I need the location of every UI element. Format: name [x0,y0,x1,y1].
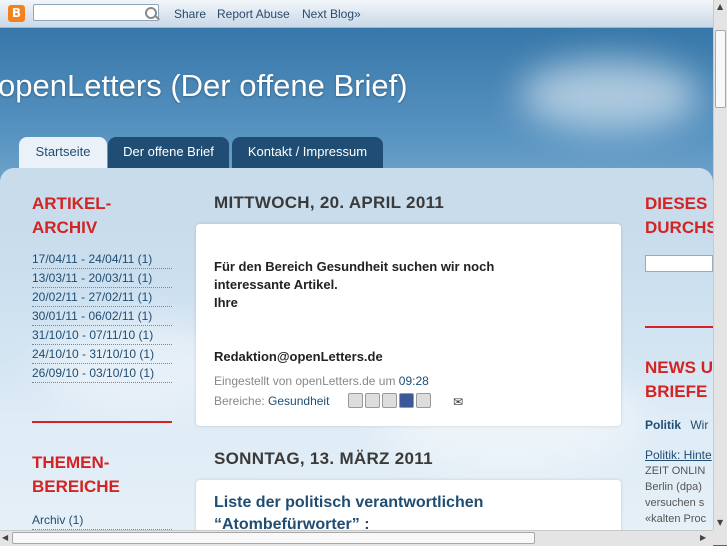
post-time-link[interactable]: 09:28 [399,374,429,388]
twitter-share-icon[interactable] [382,393,397,408]
background-cloud [520,60,700,130]
vertical-scrollbar[interactable]: ▲ ▼ [713,0,727,530]
news-text-line: «kalten Proc [645,513,707,525]
blogger-navbar: B Share Report Abuse Next Blog» [0,0,713,28]
tab-der-offene-brief[interactable]: Der offene Brief [108,137,229,168]
post-body: Für den Bereich Gesundheit suchen wir no… [214,258,494,312]
post-body-line: Ihre [214,295,238,310]
post-body-line: Für den Bereich Gesundheit suchen wir no… [214,259,495,274]
email-post-icon[interactable]: ✉ [453,395,463,409]
scroll-down-icon[interactable]: ▼ [717,518,723,527]
themes-title-line: BEREICHE [32,477,120,496]
post-title-line: Liste der politisch verantwortlichen [214,494,484,511]
news-widget-title: NEWS U BRIEFE [645,356,713,404]
post-body-line: interessante Artikel. [214,277,338,292]
themes-title: THEMEN- BEREICHE [32,451,120,499]
news-text-line: Berlin (dpa) [645,481,702,493]
news-widget: NEWS U BRIEFE [645,356,713,404]
horizontal-scrollbar[interactable]: ◀ ▶ [0,530,713,546]
news-widget-title-line: NEWS U [645,358,713,377]
post-labels: Bereiche: Gesundheit [214,394,329,408]
archive-item[interactable]: 31/10/10 - 07/11/10 (1) [32,327,172,345]
themes-item[interactable]: Archiv (1) [32,512,172,530]
blog-this-icon[interactable] [365,393,380,408]
blog-search-input[interactable] [645,255,713,272]
search-icon[interactable] [145,7,157,19]
archive-item[interactable]: 24/10/10 - 31/10/10 (1) [32,346,172,364]
news-source: ZEIT ONLIN [645,465,706,477]
vertical-scroll-thumb[interactable] [715,30,726,108]
search-widget-title-line: DIESES [645,194,708,213]
label-link[interactable]: Gesundheit [268,394,329,408]
tab-kontakt-impressum[interactable]: Kontakt / Impressum [232,137,383,168]
posted-by-text: Eingestellt von openLetters.de um [214,374,396,388]
post-signature: Redaktion@openLetters.de [214,349,383,364]
archive-item[interactable]: 13/03/11 - 20/03/11 (1) [32,270,172,288]
news-text-line: versuchen s [645,497,705,509]
post-date-header: SONNTAG, 13. MÄRZ 2011 [214,449,433,468]
news-tabs: Politik Wir [645,418,713,432]
archive-item[interactable]: 20/02/11 - 27/02/11 (1) [32,289,172,307]
archive-title-line: ARCHIV [32,218,98,237]
horizontal-scroll-thumb[interactable] [12,532,535,544]
archive-title: ARTIKEL- ARCHIV [32,192,111,240]
search-widget-title: DIESES DURCHS [645,192,713,240]
news-link[interactable]: Politik: Hinte [645,447,713,463]
blog-title[interactable]: openLetters (Der offene Brief) [0,68,408,104]
archive-item[interactable]: 30/01/11 - 06/02/11 (1) [32,308,172,326]
share-link[interactable]: Share [174,7,206,21]
next-blog-link[interactable]: Next Blog» [302,7,361,21]
tab-startseite[interactable]: Startseite [19,137,107,168]
archive-item[interactable]: 26/09/10 - 03/10/10 (1) [32,365,172,383]
scroll-left-icon[interactable]: ◀ [2,533,8,542]
archive-item[interactable]: 17/04/11 - 24/04/11 (1) [32,251,172,269]
right-search-widget: DIESES DURCHS [645,192,713,240]
scroll-right-icon[interactable]: ▶ [700,533,706,542]
news-tab-wir[interactable]: Wir [690,418,708,432]
post-meta: Eingestellt von openLetters.de um 09:28 [214,374,429,388]
scrollbar-corner [713,530,727,545]
news-widget-title-line: BRIEFE [645,382,708,401]
news-tab-politik[interactable]: Politik [645,418,681,432]
blogger-logo-icon[interactable]: B [8,5,25,22]
buzz-share-icon[interactable] [416,393,431,408]
section-divider [645,326,713,328]
search-input[interactable] [33,4,159,21]
labels-prefix: Bereiche: [214,394,265,408]
section-divider [32,421,172,423]
archive-list: 17/04/11 - 24/04/11 (1) 13/03/11 - 20/03… [32,251,172,384]
themes-title-line: THEMEN- [32,453,110,472]
facebook-share-icon[interactable] [399,393,414,408]
post-date-header: MITTWOCH, 20. APRIL 2011 [214,193,445,212]
news-feed: Politik: Hinte ZEIT ONLIN Berlin (dpa) v… [645,447,713,527]
scroll-up-icon[interactable]: ▲ [717,2,723,11]
report-abuse-link[interactable]: Report Abuse [217,7,290,21]
email-share-icon[interactable] [348,393,363,408]
search-widget-title-line: DURCHS [645,218,713,237]
archive-title-line: ARTIKEL- [32,194,112,213]
